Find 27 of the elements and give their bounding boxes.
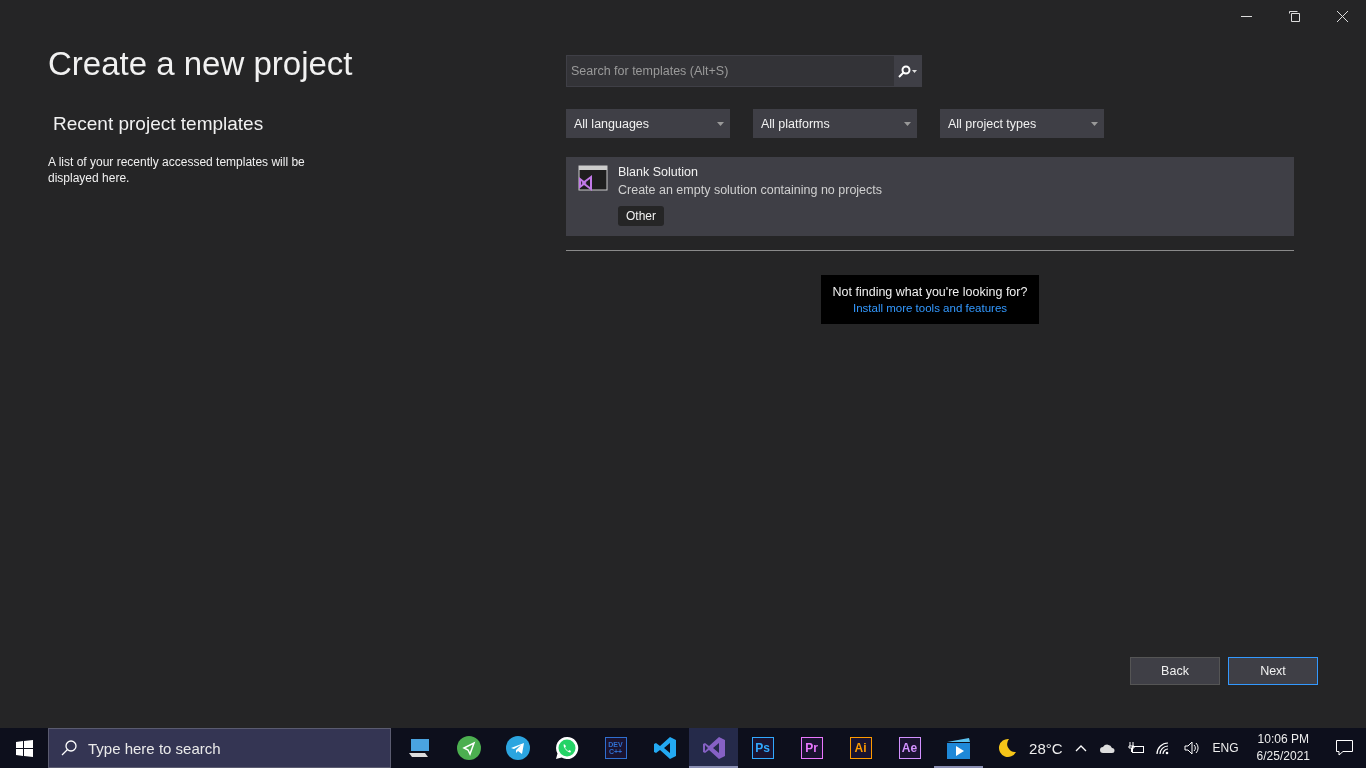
language-indicator[interactable]: ENG	[1212, 741, 1239, 755]
back-button[interactable]: Back	[1130, 657, 1220, 685]
section-heading: Recent project templates	[53, 113, 264, 135]
next-button[interactable]: Next	[1228, 657, 1318, 685]
app-logo-icon: Ai	[849, 737, 872, 759]
taskbar-app-button[interactable]: Ae	[885, 728, 934, 768]
template-name: Blank Solution	[618, 165, 698, 179]
app-logo-icon: Ps	[751, 737, 774, 759]
taskbar-app-button[interactable]: Ai	[836, 728, 885, 768]
template-description: Create an empty solution containing no projects	[618, 183, 883, 197]
app-logo-icon: Pr	[800, 737, 823, 759]
install-link[interactable]: Install more tools and features	[852, 302, 1008, 314]
taskbar-search-field[interactable]: Type here to search	[48, 728, 391, 768]
clock-time[interactable]: 10:06 PM	[1257, 731, 1309, 748]
filter-dropdown[interactable]: All platforms	[753, 109, 917, 138]
app-logo-icon: Ae	[898, 737, 921, 759]
taskbar-app-button[interactable]: Pr	[787, 728, 836, 768]
filter-dropdown[interactable]: All languages	[566, 109, 730, 138]
clock-date[interactable]: 6/25/2021	[1256, 748, 1310, 765]
taskbar-app-button[interactable]: Ps	[738, 728, 787, 768]
filter-dropdown[interactable]: All project types	[940, 109, 1104, 138]
temperature-text: 28°C	[1029, 739, 1063, 757]
template-card[interactable]: Blank Solution Create an empty solution containing no projects Other	[566, 157, 1294, 236]
template-tag: Other	[618, 206, 664, 226]
hint-text: Not finding what you're looking for?	[832, 285, 1028, 299]
empty-message: A list of your recently accessed templates will be displayed here.	[48, 154, 306, 186]
page-title: Create a new project	[48, 45, 353, 83]
